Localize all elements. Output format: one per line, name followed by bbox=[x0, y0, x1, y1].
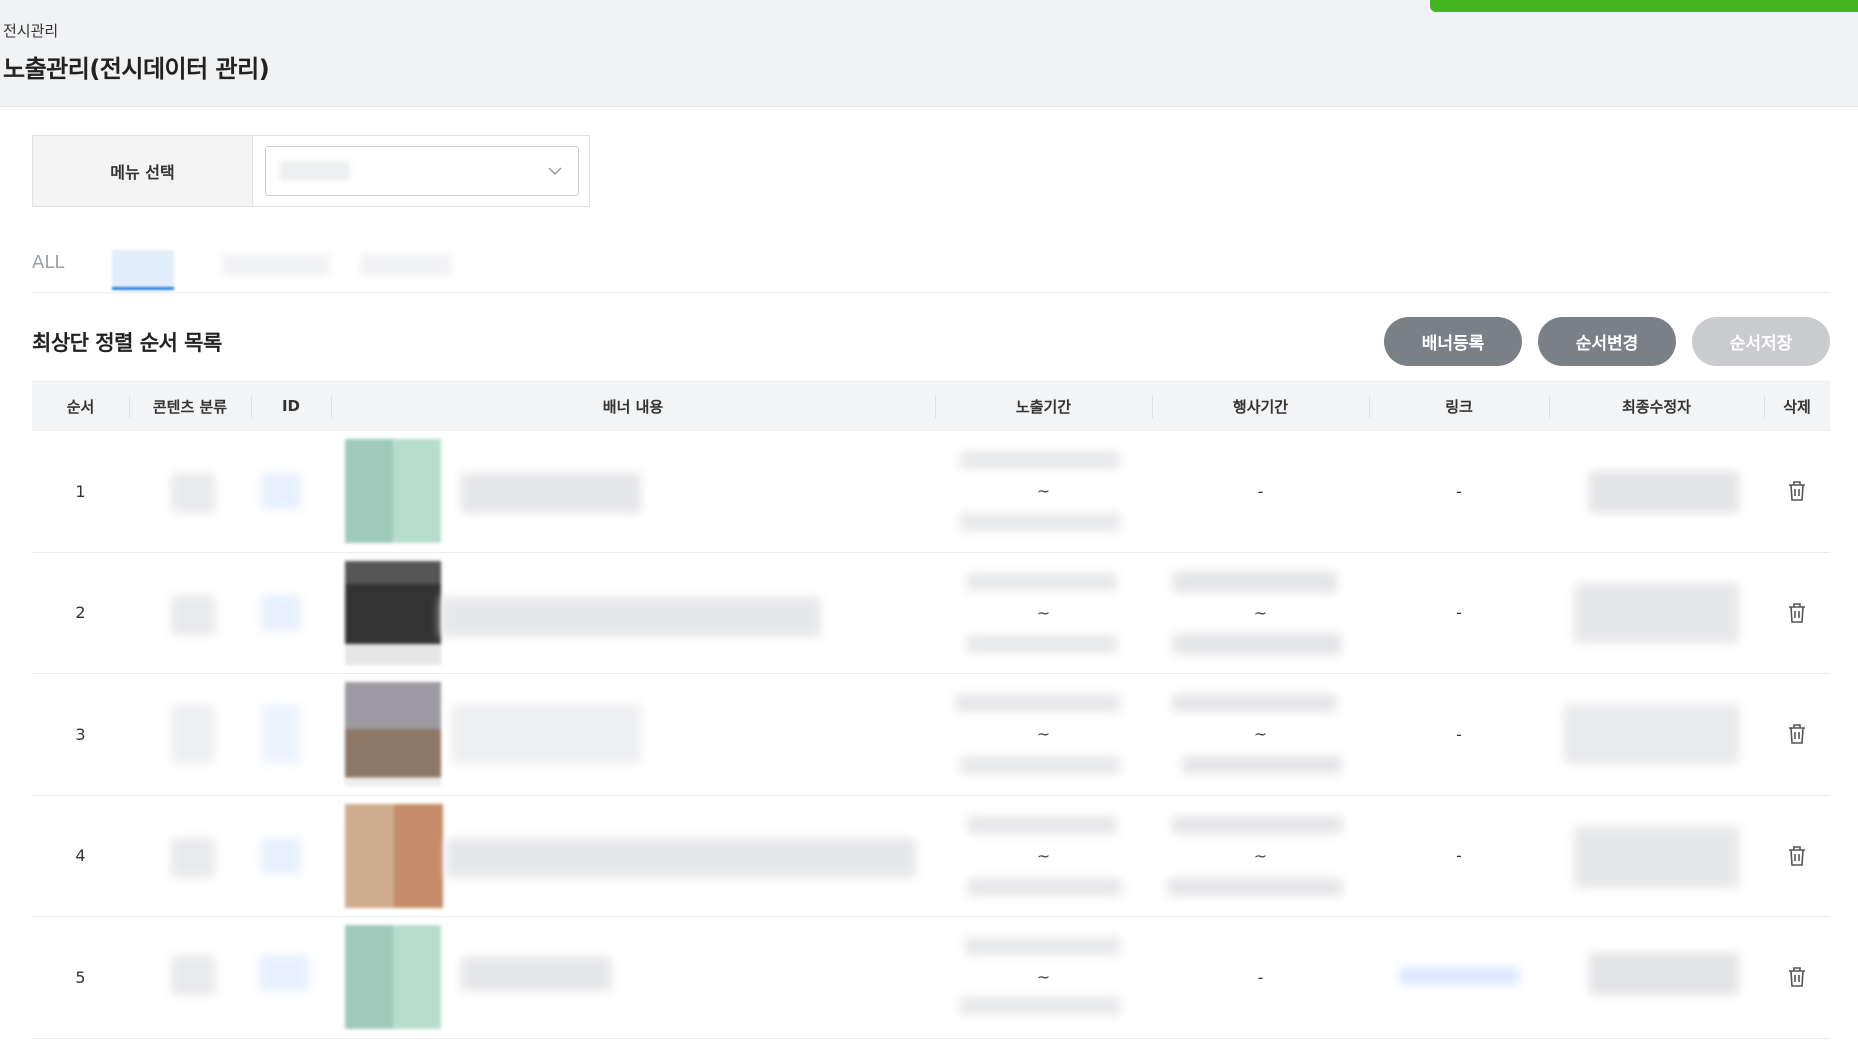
row-event: ~ bbox=[1152, 553, 1369, 674]
col-order: 순서 bbox=[66, 397, 95, 416]
row-order: 3 bbox=[75, 724, 86, 744]
row-exposure: ~ bbox=[935, 431, 1152, 552]
tab-active[interactable] bbox=[112, 250, 174, 290]
row-exposure: ~ bbox=[935, 553, 1152, 674]
table-row[interactable]: 2 ~ ~ - bbox=[32, 553, 1830, 674]
row-category bbox=[129, 431, 251, 552]
trash-icon[interactable] bbox=[1786, 479, 1808, 503]
col-modifier: 최종수정자 bbox=[1549, 382, 1764, 430]
row-modifier bbox=[1549, 674, 1764, 795]
menu-select-container bbox=[253, 136, 589, 206]
row-event: ~ bbox=[1152, 674, 1369, 795]
row-category bbox=[129, 796, 251, 917]
row-delete[interactable] bbox=[1764, 674, 1830, 795]
breadcrumb: 전시관리 bbox=[3, 22, 59, 40]
col-event: 행사기간 bbox=[1152, 382, 1369, 430]
chevron-down-icon bbox=[548, 167, 562, 176]
col-category: 콘텐츠 분류 bbox=[129, 382, 251, 430]
table-row[interactable]: 5 ~ - bbox=[32, 917, 1830, 1039]
row-exposure: ~ bbox=[935, 796, 1152, 917]
banner-thumbnail bbox=[345, 803, 443, 908]
tab-item[interactable] bbox=[222, 254, 330, 276]
row-category bbox=[129, 553, 251, 674]
row-event: - bbox=[1257, 481, 1264, 501]
row-link[interactable] bbox=[1369, 917, 1549, 1038]
menu-select-value bbox=[280, 161, 350, 181]
register-banner-button[interactable]: 배너등록 bbox=[1384, 317, 1522, 366]
row-banner[interactable] bbox=[331, 674, 935, 795]
banner-table: 순서 콘텐츠 분류 ID 배너 내용 노출기간 행사기간 링크 최종수정자 삭제… bbox=[32, 381, 1830, 1039]
status-progress-bar bbox=[1430, 0, 1858, 12]
page-header: 전시관리 노출관리(전시데이터 관리) bbox=[0, 0, 1858, 107]
row-category bbox=[129, 674, 251, 795]
banner-thumbnail bbox=[345, 439, 441, 543]
row-link: - bbox=[1456, 481, 1462, 501]
table-row[interactable]: 3 ~ ~ - bbox=[32, 674, 1830, 796]
row-banner[interactable] bbox=[331, 917, 935, 1038]
row-exposure: ~ bbox=[935, 917, 1152, 1038]
row-banner[interactable] bbox=[331, 796, 935, 917]
menu-filter: 메뉴 선택 bbox=[32, 135, 590, 207]
row-delete[interactable] bbox=[1764, 553, 1830, 674]
save-order-button[interactable]: 순서저장 bbox=[1692, 317, 1830, 366]
trash-icon[interactable] bbox=[1786, 601, 1808, 625]
row-modifier bbox=[1549, 917, 1764, 1038]
row-delete[interactable] bbox=[1764, 431, 1830, 552]
section-title: 최상단 정렬 순서 목록 bbox=[32, 331, 222, 355]
banner-thumbnail bbox=[345, 925, 441, 1029]
reorder-button[interactable]: 순서변경 bbox=[1538, 317, 1676, 366]
row-id[interactable] bbox=[251, 674, 331, 795]
row-order: 2 bbox=[75, 603, 86, 623]
table-header: 순서 콘텐츠 분류 ID 배너 내용 노출기간 행사기간 링크 최종수정자 삭제 bbox=[32, 381, 1830, 431]
row-id[interactable] bbox=[251, 796, 331, 917]
row-link: - bbox=[1456, 603, 1462, 623]
row-link: - bbox=[1456, 724, 1462, 744]
row-exposure: ~ bbox=[935, 674, 1152, 795]
banner-thumbnail bbox=[345, 560, 441, 665]
trash-icon[interactable] bbox=[1786, 722, 1808, 746]
col-link: 링크 bbox=[1369, 382, 1549, 430]
row-banner[interactable] bbox=[331, 553, 935, 674]
row-order: 5 bbox=[75, 967, 86, 987]
row-id[interactable] bbox=[251, 917, 331, 1038]
row-order: 1 bbox=[75, 481, 86, 501]
row-event: ~ bbox=[1152, 796, 1369, 917]
table-row[interactable]: 4 ~ ~ - bbox=[32, 796, 1830, 917]
row-id[interactable] bbox=[251, 553, 331, 674]
menu-select[interactable] bbox=[265, 146, 579, 196]
row-link: - bbox=[1456, 846, 1462, 866]
category-tabs: ALL bbox=[32, 240, 1830, 293]
row-id[interactable] bbox=[251, 431, 331, 552]
banner-thumbnail bbox=[345, 682, 441, 786]
trash-icon[interactable] bbox=[1786, 965, 1808, 989]
menu-select-label: 메뉴 선택 bbox=[33, 136, 253, 206]
row-order: 4 bbox=[75, 846, 86, 866]
row-modifier bbox=[1549, 431, 1764, 552]
page-title: 노출관리(전시데이터 관리) bbox=[3, 55, 270, 83]
tab-item[interactable] bbox=[360, 254, 452, 276]
row-delete[interactable] bbox=[1764, 796, 1830, 917]
row-modifier bbox=[1549, 553, 1764, 674]
table-row[interactable]: 1 ~ - - bbox=[32, 431, 1830, 553]
trash-icon[interactable] bbox=[1786, 844, 1808, 868]
row-event: - bbox=[1257, 967, 1264, 987]
row-modifier bbox=[1549, 796, 1764, 917]
row-category bbox=[129, 917, 251, 1038]
row-delete[interactable] bbox=[1764, 917, 1830, 1038]
tab-all[interactable]: ALL bbox=[32, 252, 64, 273]
col-delete: 삭제 bbox=[1764, 382, 1830, 430]
col-banner: 배너 내용 bbox=[331, 382, 935, 430]
col-id: ID bbox=[251, 382, 331, 430]
col-exposure: 노출기간 bbox=[935, 382, 1152, 430]
row-banner[interactable] bbox=[331, 431, 935, 552]
